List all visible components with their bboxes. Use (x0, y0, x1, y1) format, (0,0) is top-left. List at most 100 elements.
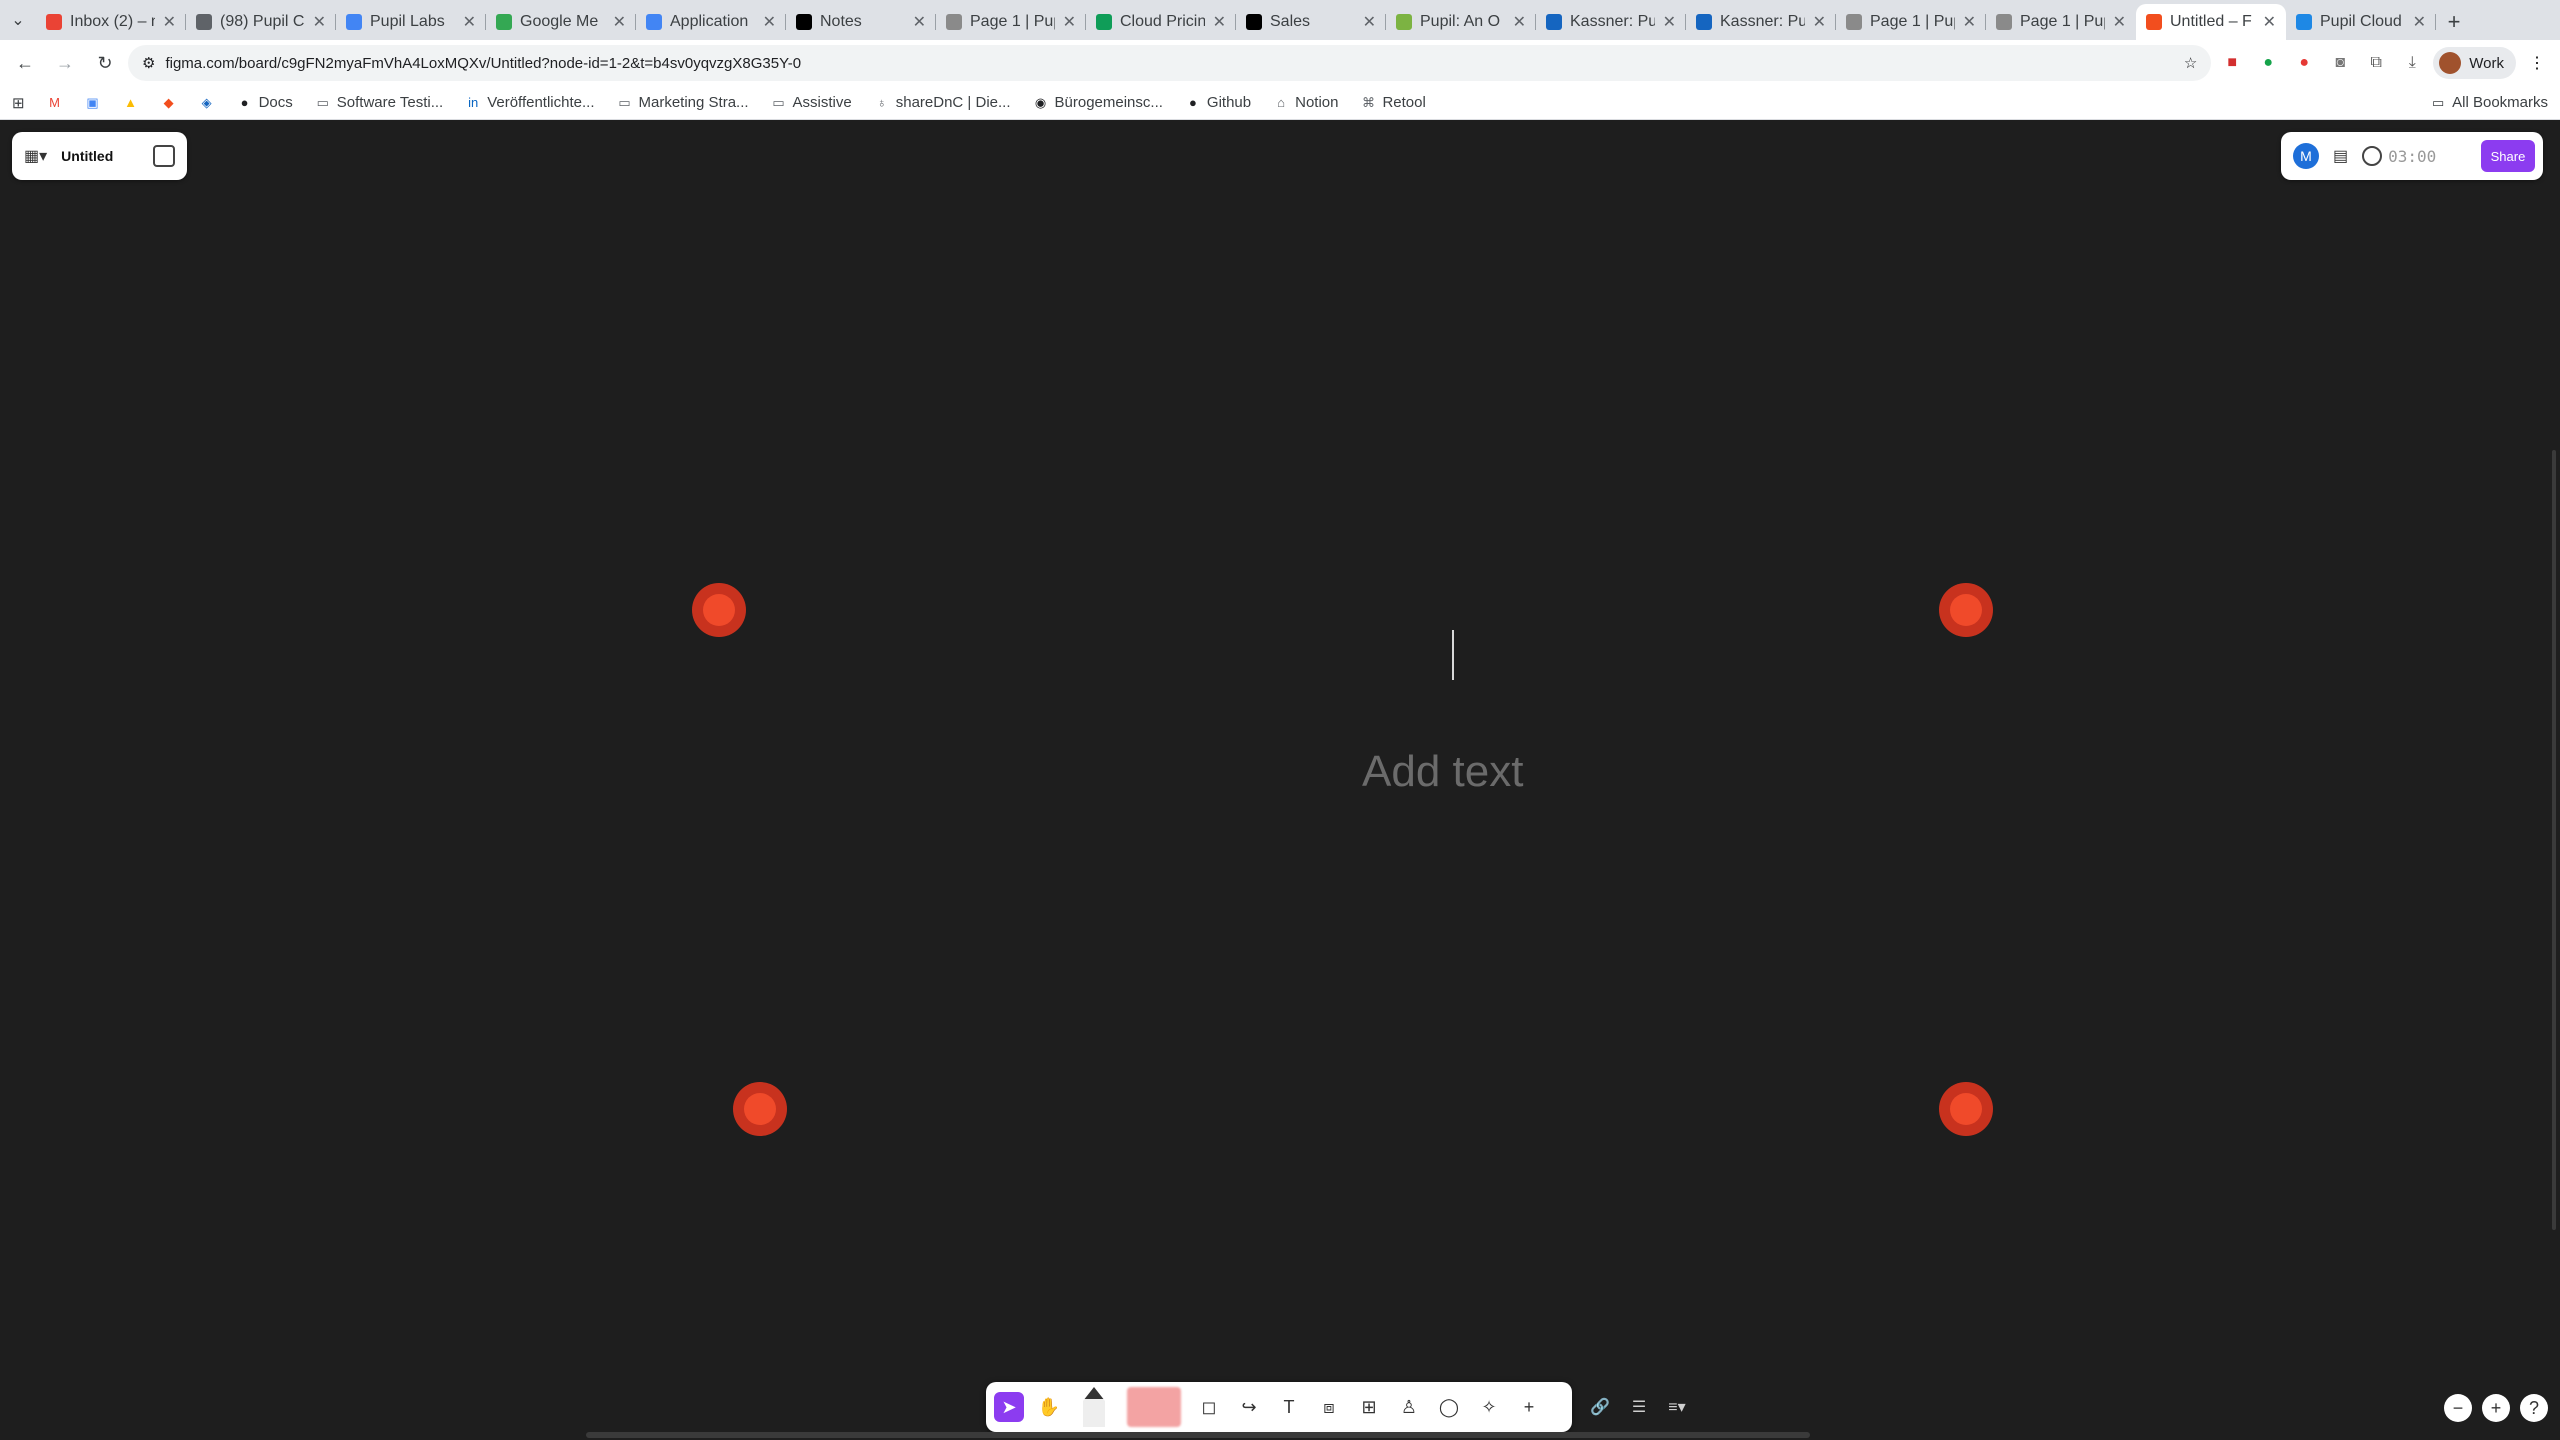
browser-tab[interactable]: Inbox (2) – n ✕ (36, 4, 186, 40)
site-info-icon[interactable]: ⚙ (142, 54, 155, 72)
browser-tab[interactable]: Pupil Cloud ✕ (2286, 4, 2436, 40)
browser-tab[interactable]: (98) Pupil C ✕ (186, 4, 336, 40)
extension-screenshot-icon[interactable]: ◙ (2325, 48, 2355, 78)
browser-tab[interactable]: Untitled – F ✕ (2136, 4, 2286, 40)
tab-close-icon[interactable]: ✕ (1363, 12, 1376, 32)
hand-tool-icon[interactable]: ✋ (1034, 1392, 1064, 1422)
bookmark-item[interactable]: ▭ Marketing Stra... (617, 94, 748, 111)
help-icon[interactable]: ? (2520, 1394, 2548, 1422)
reload-button[interactable]: ↻ (88, 46, 122, 80)
downloads-icon[interactable]: ⤓ (2397, 48, 2427, 78)
tab-search-button[interactable]: ⌄ (0, 0, 36, 40)
tab-close-icon[interactable]: ✕ (1813, 12, 1826, 32)
file-name[interactable]: Untitled (61, 148, 139, 164)
browser-tab[interactable]: Pupil Labs ✕ (336, 4, 486, 40)
tab-close-icon[interactable]: ✕ (463, 12, 476, 32)
tab-close-icon[interactable]: ✕ (613, 12, 626, 32)
browser-tab[interactable]: Kassner: Pu ✕ (1686, 4, 1836, 40)
bookmark-item[interactable]: ▭ Software Testi... (315, 94, 444, 111)
browser-tab[interactable]: Pupil: An O ✕ (1386, 4, 1536, 40)
sticky-note-tool[interactable] (1124, 1385, 1184, 1429)
bookmark-item[interactable]: ▲ (123, 95, 139, 111)
horizontal-scrollbar[interactable] (586, 1432, 1810, 1438)
section-tool-icon[interactable]: ⧈ (1314, 1392, 1344, 1422)
bookmark-item[interactable]: ⌘ Retool (1360, 94, 1426, 111)
share-button[interactable]: Share (2481, 140, 2535, 172)
all-bookmarks-button[interactable]: ▭ All Bookmarks (2430, 94, 2548, 111)
shape-tool-icon[interactable]: ◻ (1194, 1392, 1224, 1422)
bookmark-item[interactable]: ▭ Assistive (771, 94, 851, 111)
figjam-canvas[interactable]: ▦▾ Untitled M ▤ 03:00 Share Add text (0, 120, 2560, 1440)
tab-close-icon[interactable]: ✕ (913, 12, 926, 32)
browser-tab[interactable]: Sales ✕ (1236, 4, 1386, 40)
browser-tab[interactable]: Application ✕ (636, 4, 786, 40)
extension-grammarly-icon[interactable]: ● (2253, 48, 2283, 78)
tab-close-icon[interactable]: ✕ (1513, 12, 1526, 32)
user-avatar[interactable]: M (2293, 143, 2319, 169)
extension-lastpass-icon[interactable]: ■ (2217, 48, 2247, 78)
tab-close-icon[interactable]: ✕ (763, 12, 776, 32)
tab-close-icon[interactable]: ✕ (1213, 12, 1226, 32)
resize-handle-bottom-left[interactable] (733, 1082, 787, 1136)
list-icon[interactable]: ☰ (1632, 1397, 1646, 1417)
extension-adblock-icon[interactable]: ● (2289, 48, 2319, 78)
vertical-scrollbar[interactable] (2552, 450, 2556, 1230)
tab-close-icon[interactable]: ✕ (313, 12, 326, 32)
align-icon[interactable]: ≡▾ (1668, 1397, 1685, 1417)
bookmark-item[interactable]: ♁ shareDnC | Die... (874, 94, 1011, 111)
forward-button[interactable]: → (48, 46, 82, 80)
tab-close-icon[interactable]: ✕ (2113, 12, 2126, 32)
browser-tab[interactable]: Cloud Pricin ✕ (1086, 4, 1236, 40)
bookmark-item[interactable]: ● Github (1185, 94, 1251, 111)
bookmark-star-icon[interactable]: ☆ (2184, 54, 2197, 72)
browser-tab[interactable]: Page 1 | Pup ✕ (1986, 4, 2136, 40)
tab-close-icon[interactable]: ✕ (2413, 12, 2426, 32)
link-icon[interactable]: 🔗 (1590, 1397, 1610, 1417)
tab-close-icon[interactable]: ✕ (1963, 12, 1976, 32)
comment-tool-icon[interactable]: ◯ (1434, 1392, 1464, 1422)
new-tab-button[interactable]: + (2436, 4, 2472, 40)
profile-button[interactable]: Work (2433, 47, 2516, 79)
ai-tool-icon[interactable]: ✧ (1474, 1392, 1504, 1422)
bookmark-item[interactable]: ● Docs (237, 94, 293, 111)
text-tool-icon[interactable]: T (1274, 1392, 1304, 1422)
timer[interactable]: 03:00 (2362, 146, 2436, 166)
bookmark-item[interactable]: ◈ (199, 95, 215, 111)
bookmark-item[interactable]: ◆ (161, 95, 177, 111)
bookmark-item[interactable]: M (47, 95, 63, 111)
bookmark-item[interactable]: ▣ (85, 95, 101, 111)
main-menu-icon[interactable]: ▦▾ (24, 146, 47, 166)
address-bar[interactable]: ⚙ figma.com/board/c9gFN2myaFmVhA4LoxMQXv… (128, 45, 2212, 81)
browser-tab[interactable]: Kassner: Pu ✕ (1536, 4, 1686, 40)
connector-tool-icon[interactable]: ↪ (1234, 1392, 1264, 1422)
tab-close-icon[interactable]: ✕ (163, 12, 176, 32)
resize-handle-bottom-right[interactable] (1939, 1082, 1993, 1136)
zoom-out-icon[interactable]: − (2444, 1394, 2472, 1422)
bookmark-item[interactable]: ◉ Bürogemeinsc... (1033, 94, 1163, 111)
browser-tab[interactable]: Notes ✕ (786, 4, 936, 40)
browser-tab[interactable]: Page 1 | Pup ✕ (936, 4, 1086, 40)
table-tool-icon[interactable]: ⊞ (1354, 1392, 1384, 1422)
extensions-puzzle-icon[interactable]: ⧉ (2361, 48, 2391, 78)
apps-grid-icon[interactable]: ⊞ (12, 94, 25, 112)
tab-close-icon[interactable]: ✕ (1063, 12, 1076, 32)
browser-tab[interactable]: Page 1 | Pup ✕ (1836, 4, 1986, 40)
zoom-controls: − + ? (2444, 1394, 2548, 1422)
bookmark-item[interactable]: ⌂ Notion (1273, 94, 1338, 111)
stamp-tool-icon[interactable]: ♙ (1394, 1392, 1424, 1422)
back-button[interactable]: ← (8, 46, 42, 80)
marker-tool[interactable] (1074, 1385, 1114, 1429)
tab-close-icon[interactable]: ✕ (2263, 12, 2276, 32)
move-tool-icon[interactable]: ➤ (994, 1392, 1024, 1422)
text-placeholder[interactable]: Add text (1362, 747, 1523, 797)
resize-handle-top-left[interactable] (692, 583, 746, 637)
pages-icon[interactable] (153, 145, 175, 167)
zoom-in-icon[interactable]: + (2482, 1394, 2510, 1422)
resize-handle-top-right[interactable] (1939, 583, 1993, 637)
browser-tab[interactable]: Google Me ✕ (486, 4, 636, 40)
tab-close-icon[interactable]: ✕ (1663, 12, 1676, 32)
layout-icon[interactable]: ▤ (2333, 146, 2348, 166)
more-tools-icon[interactable]: + (1514, 1392, 1544, 1422)
bookmark-item[interactable]: in Veröffentlichte... (465, 94, 594, 111)
browser-menu-icon[interactable]: ⋮ (2522, 48, 2552, 78)
